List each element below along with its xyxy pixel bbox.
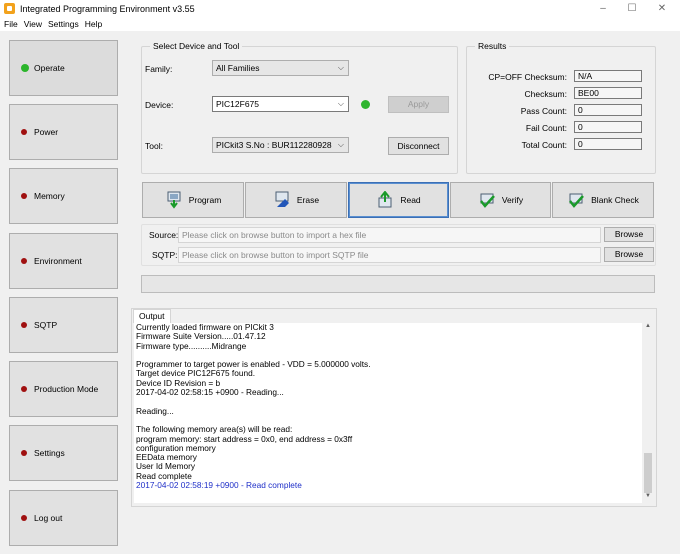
tool-label: Tool: [145, 141, 163, 151]
device-select-value: PIC12F675 [216, 99, 259, 109]
progress-bar [141, 275, 655, 293]
erase-chip-icon [275, 191, 289, 207]
status-indicator-icon [21, 129, 27, 135]
device-label: Device: [145, 100, 174, 110]
status-indicator-icon [21, 193, 27, 199]
window-title: Integrated Programming Environment v3.55 [20, 3, 195, 14]
blank-check-icon [569, 193, 585, 208]
read-chip-icon [378, 191, 392, 208]
app-icon [4, 3, 15, 14]
sidebar-item-sqtp[interactable]: SQTP [9, 297, 118, 353]
sidebar-item-environment[interactable]: Environment [9, 233, 118, 289]
apply-button[interactable]: Apply [388, 96, 449, 113]
chevron-down-icon: ⌵ [337, 140, 344, 149]
output-line: User Id Memory [136, 461, 196, 472]
read-button[interactable]: Read [348, 182, 449, 218]
sidebar-item-label: Environment [34, 256, 82, 266]
status-indicator-icon [21, 64, 29, 72]
sidebar-item-label: Memory [34, 191, 65, 201]
output-line: 2017-04-02 02:58:15 +0900 - Reading... [136, 387, 284, 398]
family-select[interactable]: All Families ⌵ [212, 60, 349, 76]
menu-settings[interactable]: Settings [48, 19, 79, 29]
status-indicator-icon [21, 322, 27, 328]
source-label: Source: [149, 230, 179, 240]
output-line: Reading... [136, 405, 174, 416]
read-button-label: Read [400, 195, 421, 205]
erase-button[interactable]: Erase [245, 182, 347, 218]
checksum-value: BE00 [574, 87, 642, 99]
family-label: Family: [145, 64, 173, 74]
family-select-value: All Families [216, 63, 260, 73]
sidebar-item-label: Log out [34, 513, 63, 523]
output-line: EEData memory [136, 452, 197, 463]
sidebar-item-log-out[interactable]: Log out [9, 490, 118, 546]
output-line: Firmware type..........Midrange [136, 340, 247, 351]
sidebar-item-label: Operate [34, 63, 65, 73]
menu-bar: File View Settings Help [0, 17, 680, 31]
total-count-value: 0 [574, 138, 642, 150]
blank-check-button-label: Blank Check [591, 195, 639, 205]
sqtp-file-input[interactable]: Please click on browse button to import … [178, 247, 601, 263]
fail-count-label: Fail Count: [525, 123, 567, 133]
output-log: Currently loaded firmware on PICkit 3 Fir… [134, 323, 646, 503]
checksum-label: Checksum: [524, 89, 567, 99]
scroll-up-icon[interactable]: ▲ [642, 323, 654, 333]
fail-count-value: 0 [574, 121, 642, 133]
total-count-label: Total Count: [521, 140, 567, 150]
scroll-down-icon[interactable]: ▼ [642, 493, 654, 503]
title-bar: Integrated Programming Environment v3.55… [0, 0, 680, 17]
verify-button[interactable]: Verify [450, 182, 551, 218]
status-indicator-icon [21, 386, 27, 392]
sidebar-item-memory[interactable]: Memory [9, 168, 118, 224]
erase-button-label: Erase [296, 195, 320, 205]
chevron-down-icon: ⌵ [337, 63, 344, 72]
sidebar-item-label: Production Mode [34, 384, 99, 394]
cp-off-checksum-value: N/A [574, 70, 642, 82]
verify-check-icon [479, 193, 495, 208]
sidebar-item-production-mode[interactable]: Production Mode [9, 361, 118, 417]
tab-output[interactable]: Output [133, 309, 171, 323]
menu-file[interactable]: File [4, 19, 18, 29]
program-button-label: Program [188, 195, 222, 205]
device-select[interactable]: PIC12F675 ⌵ [212, 96, 349, 112]
chevron-down-icon: ⌵ [337, 99, 344, 108]
output-scrollbar[interactable]: ▲ ▼ [642, 323, 654, 503]
menu-view[interactable]: View [24, 19, 42, 29]
blank-check-button[interactable]: Blank Check [552, 182, 654, 218]
sqtp-browse-button[interactable]: Browse [604, 247, 654, 262]
source-file-input[interactable]: Please click on browse button to import … [178, 227, 601, 243]
output-line: 2017-04-02 02:58:19 +0900 - Read complet… [136, 480, 302, 491]
program-button[interactable]: Program [142, 182, 244, 218]
pass-count-value: 0 [574, 104, 642, 116]
tool-select[interactable]: PICkit3 S.No : BUR112280928 ⌵ [212, 137, 349, 153]
output-line: configuration memory [136, 442, 216, 453]
sidebar-item-label: Power [34, 127, 59, 137]
status-indicator-icon [21, 515, 27, 521]
results-group-title: Results [475, 41, 510, 51]
sqtp-label: SQTP: [152, 250, 178, 260]
menu-help[interactable]: Help [85, 19, 102, 29]
sidebar-item-label: SQTP [34, 320, 58, 330]
cp-off-checksum-label: CP=OFF Checksum: [488, 72, 567, 82]
verify-button-label: Verify [501, 195, 524, 205]
close-icon[interactable]: ✕ [648, 0, 676, 17]
sidebar-item-operate[interactable]: Operate [9, 40, 118, 96]
status-indicator-icon [21, 450, 27, 456]
source-browse-button[interactable]: Browse [604, 227, 654, 242]
tool-select-value: PICkit3 S.No : BUR112280928 [216, 140, 332, 150]
scrollbar-thumb[interactable] [644, 453, 652, 493]
minimize-icon[interactable]: – [589, 0, 617, 17]
maximize-icon[interactable]: ☐ [618, 0, 646, 17]
status-indicator-icon [21, 258, 27, 264]
device-tool-group-title: Select Device and Tool [150, 41, 243, 51]
pass-count-label: Pass Count: [520, 106, 567, 116]
program-chip-icon [167, 191, 181, 209]
disconnect-button[interactable]: Disconnect [388, 137, 449, 155]
sidebar-item-power[interactable]: Power [9, 104, 118, 160]
device-status-icon [361, 100, 370, 109]
sidebar-item-label: Settings [34, 448, 65, 458]
sidebar-item-settings[interactable]: Settings [9, 425, 118, 481]
